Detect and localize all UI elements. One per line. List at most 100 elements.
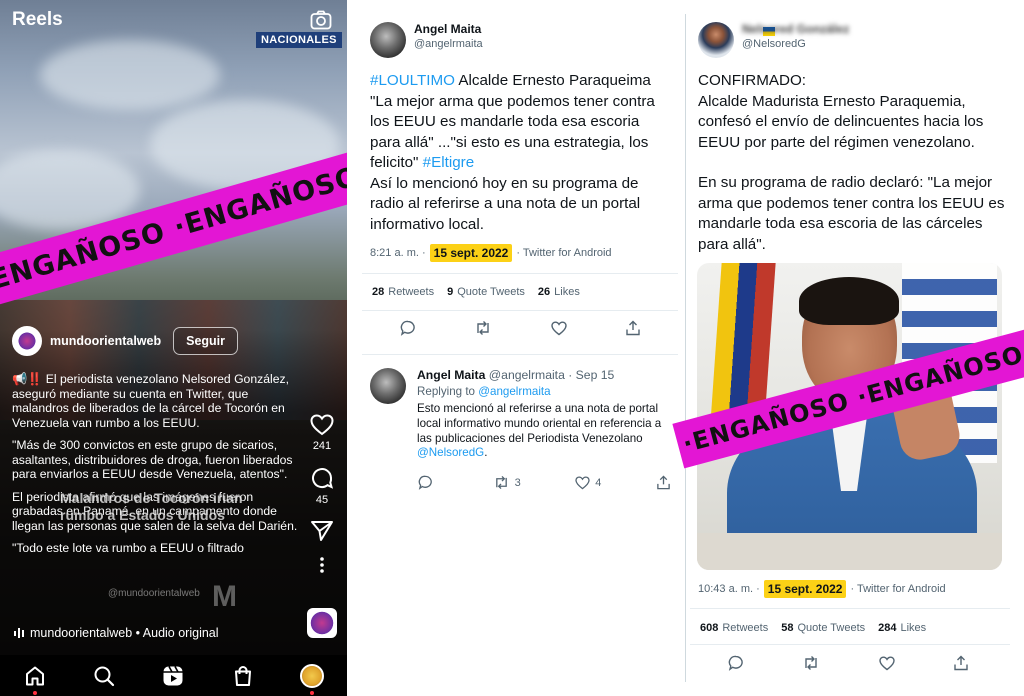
retweet-icon[interactable] xyxy=(802,655,820,671)
divider xyxy=(690,644,1010,645)
instagram-reel: Reels NACIONALES mundoorientalweb Seguir… xyxy=(0,0,347,696)
share-action[interactable] xyxy=(305,520,339,542)
share-icon[interactable] xyxy=(625,320,641,336)
comment-action[interactable]: 45 xyxy=(305,466,339,506)
reel-actions: 241 45 xyxy=(305,414,339,588)
overlay-line: rumbo a Estados Unidos xyxy=(60,507,225,523)
tweet-text: #LOULTIMO Alcalde Ernesto Paraqueima "La… xyxy=(370,71,670,235)
reply-action[interactable] xyxy=(418,475,438,490)
reply-text: Esto mencionó al referirse a una nota de… xyxy=(417,402,675,461)
replying-to: Replying to @angelrmaita xyxy=(417,385,675,398)
audio-wave-icon xyxy=(14,628,24,638)
author-name[interactable]: Angel Maita xyxy=(414,22,483,36)
caption-paragraph: "Todo este lote va rumbo a EEUU o filtra… xyxy=(12,541,244,555)
tweet-line: Alcalde Madurista Ernesto Paraquemia, co… xyxy=(698,92,984,151)
like-action[interactable]: 4 xyxy=(575,475,601,490)
retweet-action[interactable]: 3 xyxy=(493,475,521,490)
quotes-stat[interactable]: 9 Quote Tweets xyxy=(447,286,525,298)
reply-text-part: Esto mencionó al referirse a una nota de… xyxy=(417,402,662,445)
divider xyxy=(362,354,678,355)
audio-label: mundoorientalweb • Audio original xyxy=(30,626,219,640)
notification-dot xyxy=(310,690,315,695)
author-name[interactable]: Nelsored González xyxy=(742,22,849,36)
nav-search[interactable] xyxy=(91,663,117,689)
like-icon[interactable] xyxy=(550,320,567,336)
tweet-line: CONFIRMADO: xyxy=(698,72,806,89)
tweet-author[interactable]: Nelsored González @NelsoredG xyxy=(698,22,1008,58)
nav-reels[interactable] xyxy=(160,663,186,689)
hair xyxy=(799,277,899,325)
like-icon[interactable] xyxy=(878,655,895,671)
reply-icon[interactable] xyxy=(728,655,744,671)
nav-profile[interactable] xyxy=(299,663,325,695)
tweet-stats: 608 Retweets 58 Quote Tweets 284 Likes xyxy=(700,622,939,634)
notification-dot xyxy=(32,690,37,695)
follow-button[interactable]: Seguir xyxy=(173,327,239,355)
watermark: @mundoorientalweb xyxy=(108,588,200,599)
audio-row[interactable]: mundoorientalweb • Audio original xyxy=(14,626,219,640)
search-icon xyxy=(94,666,115,686)
like-count: 241 xyxy=(312,440,332,452)
tweet-actions xyxy=(400,320,646,336)
tweet-date-highlight[interactable]: 15 sept. 2022 xyxy=(763,580,847,598)
avatar[interactable] xyxy=(370,22,406,58)
composite-image: Reels NACIONALES mundoorientalweb Seguir… xyxy=(0,0,1024,696)
desk xyxy=(697,533,1002,570)
nav-shop[interactable] xyxy=(230,663,256,689)
author-handle-date[interactable]: @angelrmaita · Sep 15 xyxy=(489,368,615,382)
likes-stat[interactable]: 284 Likes xyxy=(878,622,926,634)
m-logo-watermark: M xyxy=(212,580,237,613)
tweet-stats: 28 Retweets 9 Quote Tweets 26 Likes xyxy=(372,286,593,298)
tweet-meta: 10:43 a. m. · 15 sept. 2022 · Twitter fo… xyxy=(698,580,946,598)
like-action[interactable]: 241 xyxy=(305,414,339,452)
likes-stat[interactable]: 26 Likes xyxy=(538,286,580,298)
share-icon[interactable] xyxy=(310,520,334,542)
tweet-time[interactable]: 8:21 a. m. · xyxy=(370,247,426,259)
caption-paragraph: "Más de 300 convictos en este grupo de s… xyxy=(12,438,293,481)
author-handle[interactable]: @angelrmaita xyxy=(414,38,483,50)
share-icon[interactable] xyxy=(953,655,969,671)
tweet-source: · Twitter for Android xyxy=(850,583,946,595)
quotes-stat[interactable]: 58 Quote Tweets xyxy=(781,622,865,634)
tweet-date-highlight[interactable]: 15 sept. 2022 xyxy=(429,244,513,262)
reels-title: Reels xyxy=(12,9,63,30)
avatar[interactable] xyxy=(12,326,42,356)
nav-home[interactable] xyxy=(22,663,48,695)
tweet-author[interactable]: Angel Maita @angelrmaita xyxy=(370,22,670,58)
mention-link[interactable]: @angelrmaita xyxy=(478,385,550,398)
more-icon[interactable] xyxy=(319,556,325,574)
heart-icon[interactable] xyxy=(310,414,334,436)
audio-thumbnail-logo xyxy=(309,610,335,636)
home-icon xyxy=(25,666,44,685)
divider xyxy=(690,608,1010,609)
reply-icon[interactable] xyxy=(400,320,416,336)
comment-icon[interactable] xyxy=(310,466,334,490)
retweet-icon[interactable] xyxy=(474,320,492,336)
author-handle[interactable]: @NelsoredG xyxy=(742,38,849,50)
hashtag-link[interactable]: #Eltigre xyxy=(423,154,475,171)
audio-thumbnail[interactable] xyxy=(307,608,337,638)
like-icon xyxy=(575,475,590,489)
tweet-source: · Twitter for Android xyxy=(516,247,612,259)
reply-actions: 3 4 xyxy=(418,475,676,490)
author-names: Angel Maita @angelrmaita xyxy=(414,22,483,50)
retweets-stat[interactable]: 608 Retweets xyxy=(700,622,768,634)
tweet-time[interactable]: 10:43 a. m. · xyxy=(698,583,760,595)
overlay-line: Malandros de Tocorón irian xyxy=(60,490,243,506)
camera-icon[interactable] xyxy=(310,10,332,30)
share-action[interactable] xyxy=(656,475,676,490)
profile-avatar xyxy=(300,663,325,688)
retweets-stat[interactable]: 28 Retweets xyxy=(372,286,434,298)
mention-link[interactable]: @NelsoredG xyxy=(417,446,484,459)
tweet-angel-maita: Angel Maita @angelrmaita #LOULTIMO Alcal… xyxy=(370,22,670,235)
author-name[interactable]: Angel Maita xyxy=(417,368,485,382)
hashtag-link[interactable]: #LOULTIMO xyxy=(370,72,455,89)
more-action[interactable] xyxy=(305,556,339,574)
column-divider xyxy=(685,14,686,682)
reply-tweet: Angel Maita @angelrmaita · Sep 15 Replyi… xyxy=(370,368,676,461)
avatar[interactable] xyxy=(698,22,734,58)
reel-caption: 📢‼️ El periodista venezolano Nelsored Go… xyxy=(12,372,304,564)
tweet-nelsored: Nelsored González @NelsoredG CONFIRMADO:… xyxy=(698,22,1008,255)
avatar[interactable] xyxy=(370,368,406,404)
profile-name[interactable]: mundoorientalweb xyxy=(50,334,161,348)
